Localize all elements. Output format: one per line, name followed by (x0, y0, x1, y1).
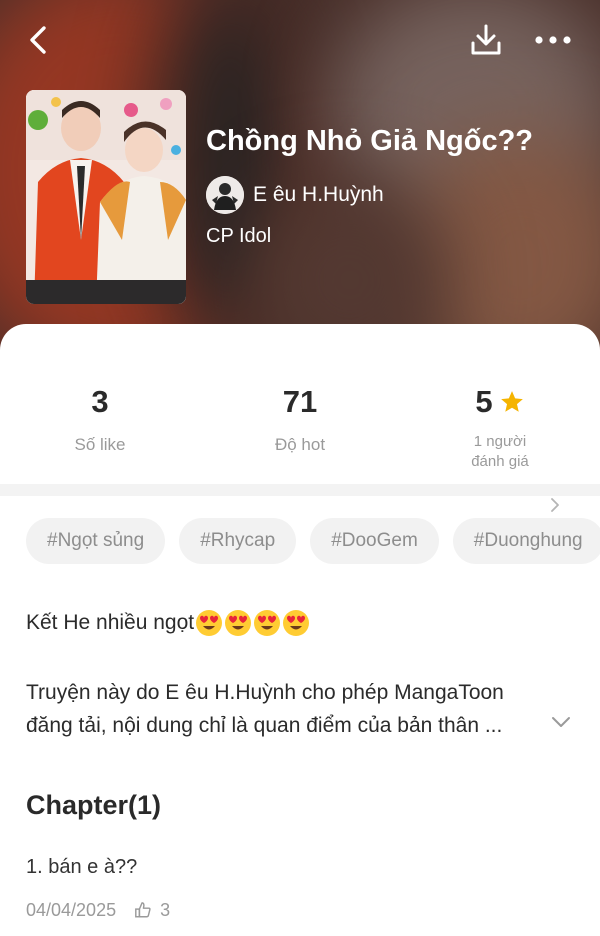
heart-eyes-emoji-icon (196, 610, 223, 636)
tag-chip[interactable]: #Rhycap (179, 518, 297, 564)
heart-eyes-emoji-group (195, 609, 311, 637)
chevron-right-icon[interactable] (549, 497, 561, 518)
stats-row: 3 Số like 71 Độ hot 5 1 người đánh giá (0, 382, 600, 512)
book-details-card: 3 Số like 71 Độ hot 5 1 người đánh giá #… (0, 324, 600, 936)
rating-label-line1: 1 người (473, 433, 527, 450)
star-icon (499, 389, 525, 415)
genre-label[interactable]: CP Idol (206, 225, 271, 248)
summary-first-line: Kết He nhiều ngọt (26, 608, 311, 638)
chapter-like-count: 3 (160, 899, 171, 920)
section-divider (0, 484, 600, 496)
book-header: Chồng Nhỏ Giả Ngốc?? E êu H.Huỳnh CP Ido… (0, 0, 600, 360)
summary-text: Kết He nhiều ngọt (26, 611, 195, 634)
rating-label-line2: đánh giá (471, 453, 529, 470)
summary-line: đăng tải, nội dung chỉ là quan điểm của … (26, 714, 503, 737)
tag-list: #Ngọt sủng #Rhycap #DooGem #Duonghung (26, 518, 600, 566)
back-icon (30, 26, 46, 54)
stat-likes: 3 Số like (0, 382, 200, 456)
chapter-date: 04/04/2025 (26, 899, 117, 920)
chapter-item-meta: 04/04/2025 3 (26, 898, 170, 922)
author-link[interactable]: E êu H.Huỳnh (206, 176, 384, 214)
rating-value: 5 (475, 384, 493, 419)
hot-label: Độ hot (274, 435, 326, 454)
tag-chip[interactable]: #Duonghung (452, 518, 600, 564)
more-options-button[interactable] (530, 18, 576, 62)
stat-hot: 71 Độ hot (200, 382, 400, 456)
book-cover-image[interactable] (26, 90, 186, 304)
likes-count: 3 (91, 384, 109, 419)
book-title: Chồng Nhỏ Giả Ngốc?? (206, 125, 534, 157)
chapter-item-title[interactable]: 1. bán e à?? (26, 856, 137, 879)
hot-count: 71 (282, 384, 318, 419)
rating-count-label: 1 người đánh giá (400, 432, 600, 472)
stat-rating[interactable]: 5 1 người đánh giá (400, 382, 600, 472)
rating-value-row: 5 (400, 382, 600, 422)
heart-eyes-emoji-icon (254, 610, 281, 636)
more-icon (535, 36, 571, 44)
summary-line: Truyện này do E êu H.Huỳnh cho phép Mang… (26, 681, 504, 704)
chapter-list-heading: Chapter(1) (26, 790, 162, 820)
download-icon (471, 24, 501, 55)
back-button[interactable] (18, 20, 58, 60)
download-button[interactable] (464, 18, 508, 62)
likes-label: Số like (74, 435, 126, 454)
tag-chip[interactable]: #DooGem (310, 518, 439, 564)
thumbs-up-icon (134, 901, 152, 919)
summary-description[interactable]: Truyện này do E êu H.Huỳnh cho phép Mang… (26, 676, 566, 742)
heart-eyes-emoji-icon (283, 610, 310, 636)
heart-eyes-emoji-icon (225, 610, 252, 636)
author-name: E êu H.Huỳnh (253, 183, 384, 206)
chevron-down-icon[interactable] (551, 715, 571, 733)
author-avatar (206, 176, 244, 214)
tag-chip[interactable]: #Ngọt sủng (26, 518, 166, 564)
